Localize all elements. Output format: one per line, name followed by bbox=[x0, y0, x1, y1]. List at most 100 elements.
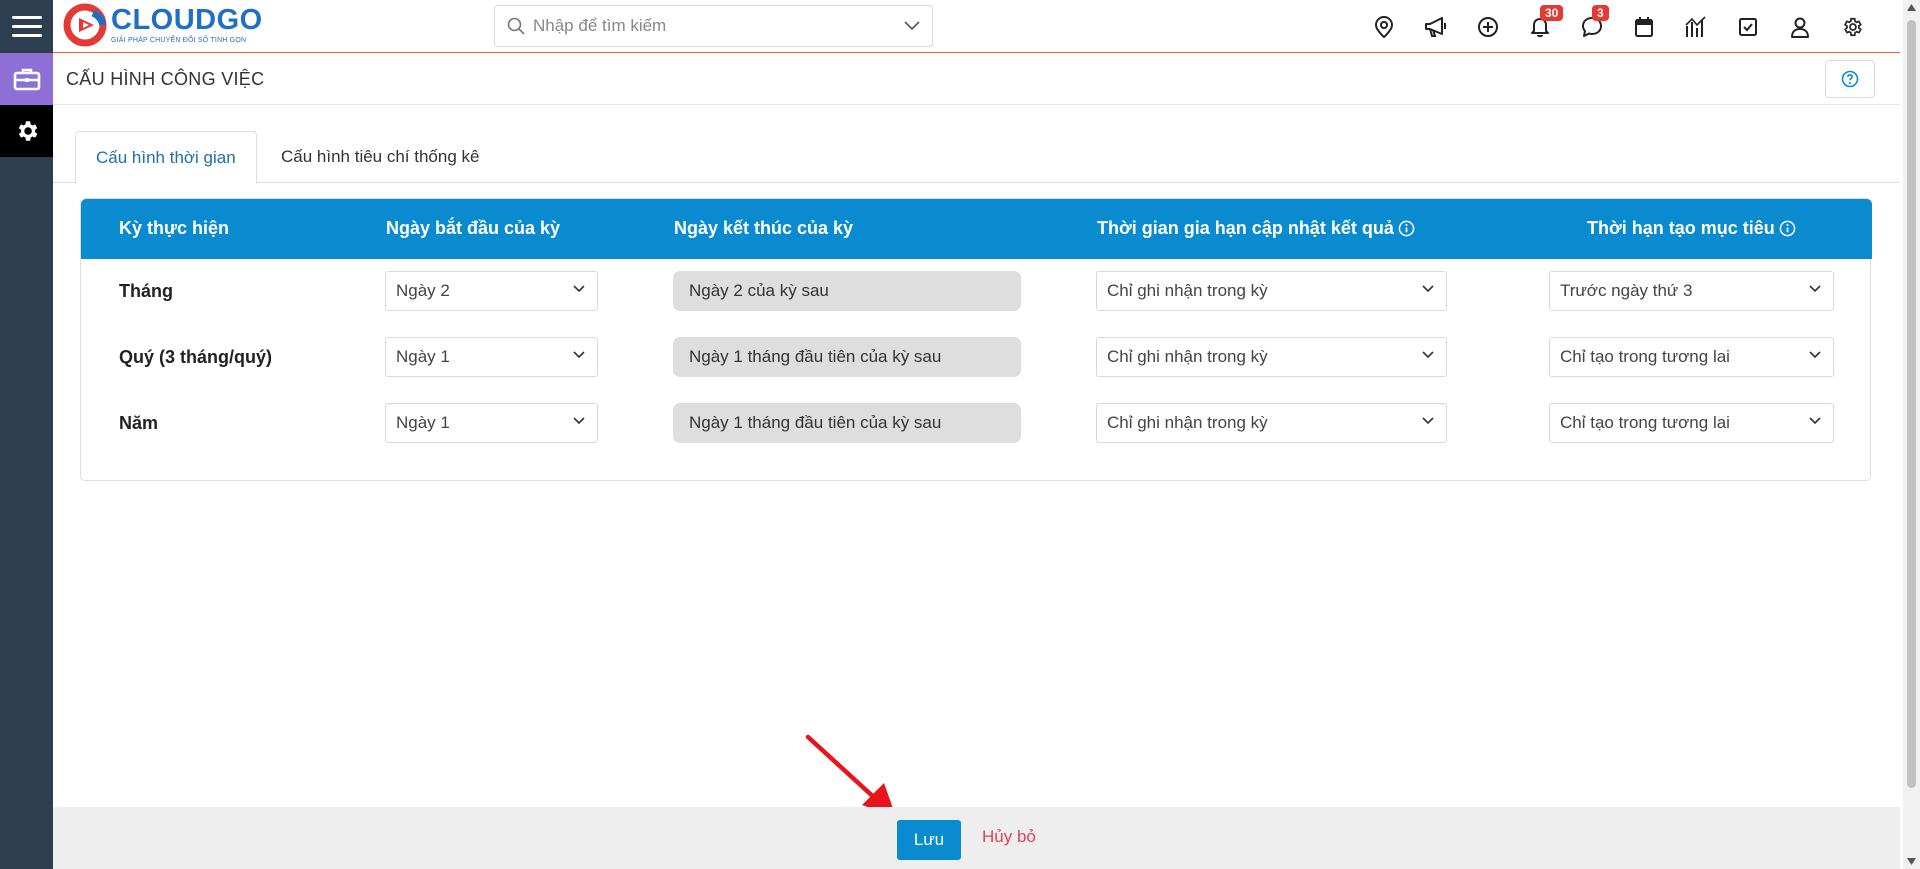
cloudgo-logo[interactable]: CLOUDGO GIẢI PHÁP CHUYỂN ĐỔI SỐ TINH GỌN bbox=[63, 3, 263, 47]
header-end-date: Ngày kết thúc của kỳ bbox=[674, 218, 853, 239]
info-icon[interactable] bbox=[1779, 220, 1796, 237]
row-period-label: Quý (3 tháng/quý) bbox=[119, 347, 272, 367]
reports-button[interactable] bbox=[1670, 0, 1722, 53]
chart-icon bbox=[1685, 15, 1706, 37]
row-period-label: Tháng bbox=[119, 281, 173, 301]
sidebar-item-work[interactable] bbox=[0, 53, 53, 105]
search-input[interactable] bbox=[533, 16, 904, 36]
grace-period-select[interactable]: Chỉ ghi nhận trong kỳ bbox=[1096, 271, 1447, 311]
help-button[interactable] bbox=[1825, 60, 1875, 98]
start-date-select[interactable]: Ngày 1 bbox=[385, 403, 598, 443]
chevron-down-icon[interactable] bbox=[904, 21, 920, 31]
hamburger-line bbox=[11, 34, 42, 37]
announcement-button[interactable] bbox=[1410, 0, 1462, 53]
chevron-down-icon bbox=[1809, 351, 1821, 359]
select-value: Chỉ ghi nhận trong kỳ bbox=[1107, 281, 1268, 300]
briefcase-icon bbox=[13, 68, 40, 91]
tasks-button[interactable] bbox=[1722, 0, 1774, 53]
select-value: Chỉ ghi nhận trong kỳ bbox=[1107, 413, 1268, 432]
menu-toggle-button[interactable] bbox=[0, 0, 53, 53]
logo-name: CLOUDGO bbox=[111, 4, 263, 36]
scroll-up-icon[interactable] bbox=[1907, 4, 1916, 11]
settings-button[interactable] bbox=[1826, 0, 1878, 53]
settings-icon bbox=[1843, 17, 1862, 36]
goal-deadline-select[interactable]: Chỉ tạo trong tương lai bbox=[1549, 403, 1834, 443]
field-value: Ngày 1 tháng đầu tiên của kỳ sau bbox=[689, 413, 942, 432]
save-button[interactable]: Lưu bbox=[897, 820, 961, 860]
user-icon bbox=[1791, 17, 1809, 38]
start-date-select[interactable]: Ngày 1 bbox=[385, 337, 598, 377]
profile-button[interactable] bbox=[1774, 0, 1826, 53]
goal-deadline-select[interactable]: Chỉ tạo trong tương lai bbox=[1549, 337, 1834, 377]
tab-statistic-criteria[interactable]: Cấu hình tiêu chí thống kê bbox=[261, 131, 499, 183]
cancel-button[interactable]: Hủy bỏ bbox=[982, 827, 1036, 847]
chevron-down-icon bbox=[1422, 351, 1434, 359]
header-grace-label: Thời gian gia hạn cập nhật kết quả bbox=[1097, 218, 1394, 238]
top-header: CLOUDGO GIẢI PHÁP CHUYỂN ĐỔI SỐ TINH GỌN bbox=[53, 0, 1900, 53]
cloudgo-logo-icon bbox=[63, 3, 107, 47]
row-period-label: Năm bbox=[119, 413, 159, 433]
help-icon bbox=[1841, 70, 1859, 88]
header-grace-period: Thời gian gia hạn cập nhật kết quả bbox=[1097, 218, 1415, 239]
start-date-select[interactable]: Ngày 2 bbox=[385, 271, 598, 311]
end-date-field: Ngày 2 của kỳ sau bbox=[673, 271, 1021, 311]
header-period: Kỳ thực hiện bbox=[119, 218, 229, 239]
tab-time-config[interactable]: Cấu hình thời gian bbox=[75, 131, 257, 184]
select-value: Chỉ ghi nhận trong kỳ bbox=[1107, 347, 1268, 366]
header-period-label: Kỳ thực hiện bbox=[119, 218, 230, 238]
chevron-down-icon bbox=[1422, 417, 1434, 425]
map-pin-icon bbox=[1374, 15, 1394, 38]
end-date-field: Ngày 1 tháng đầu tiên của kỳ sau bbox=[673, 337, 1021, 377]
table-row: Năm Ngày 1 Ngày 1 tháng đầu tiên của kỳ … bbox=[81, 391, 1872, 457]
sidebar-item-settings[interactable] bbox=[0, 105, 53, 157]
add-button[interactable] bbox=[1462, 0, 1514, 53]
field-value: Ngày 1 tháng đầu tiên của kỳ sau bbox=[689, 347, 942, 366]
header-goal-deadline: Thời hạn tạo mục tiêu bbox=[1587, 218, 1796, 239]
vertical-scrollbar[interactable] bbox=[1903, 0, 1920, 869]
select-value: Trước ngày thứ 3 bbox=[1560, 281, 1693, 300]
checkbox-icon bbox=[1739, 17, 1757, 36]
messages-button[interactable]: 3 bbox=[1566, 0, 1618, 53]
hamburger-line bbox=[11, 25, 42, 28]
logo-tagline: GIẢI PHÁP CHUYỂN ĐỔI SỐ TINH GỌN bbox=[111, 37, 247, 44]
search-box[interactable] bbox=[494, 5, 933, 47]
select-value: Ngày 1 bbox=[396, 413, 450, 432]
scroll-down-icon[interactable] bbox=[1907, 858, 1916, 865]
select-value: Ngày 2 bbox=[396, 281, 450, 300]
page-title-bar: CẤU HÌNH CÔNG VIỆC bbox=[53, 55, 1900, 105]
gear-icon bbox=[18, 121, 37, 141]
chevron-down-icon bbox=[573, 351, 585, 359]
end-date-field: Ngày 1 tháng đầu tiên của kỳ sau bbox=[673, 403, 1021, 443]
scrollbar-thumb[interactable] bbox=[1907, 20, 1916, 788]
select-value: Chỉ tạo trong tương lai bbox=[1560, 413, 1730, 432]
chevron-down-icon bbox=[1422, 285, 1434, 293]
header-end-label: Ngày kết thúc của kỳ bbox=[674, 218, 854, 238]
header-toolbar: 30 3 bbox=[1358, 0, 1878, 53]
chevron-down-icon bbox=[573, 417, 585, 425]
hamburger-line bbox=[11, 16, 42, 19]
field-value: Ngày 2 của kỳ sau bbox=[689, 281, 829, 300]
period-config-table: Kỳ thực hiện Ngày bắt đầu của kỳ Ngày kế… bbox=[80, 198, 1872, 481]
table-row: Quý (3 tháng/quý) Ngày 1 Ngày 1 tháng đầ… bbox=[81, 325, 1872, 391]
chevron-down-icon bbox=[1809, 285, 1821, 293]
notification-badge: 30 bbox=[1540, 5, 1564, 21]
header-deadline-label: Thời hạn tạo mục tiêu bbox=[1587, 218, 1775, 238]
plus-circle-icon bbox=[1478, 16, 1498, 37]
info-icon[interactable] bbox=[1398, 220, 1415, 237]
chevron-down-icon bbox=[1809, 417, 1821, 425]
map-pin-button[interactable] bbox=[1358, 0, 1410, 53]
page-title: CẤU HÌNH CÔNG VIỆC bbox=[66, 69, 265, 89]
form-footer: Lưu Hủy bỏ bbox=[53, 807, 1900, 869]
goal-deadline-select[interactable]: Trước ngày thứ 3 bbox=[1549, 271, 1834, 311]
table-header: Kỳ thực hiện Ngày bắt đầu của kỳ Ngày kế… bbox=[81, 199, 1872, 259]
grace-period-select[interactable]: Chỉ ghi nhận trong kỳ bbox=[1096, 403, 1447, 443]
notifications-button[interactable]: 30 bbox=[1514, 0, 1566, 53]
select-value: Ngày 1 bbox=[396, 347, 450, 366]
chevron-down-icon bbox=[573, 285, 585, 293]
select-value: Chỉ tạo trong tương lai bbox=[1560, 347, 1730, 366]
calendar-button[interactable] bbox=[1618, 0, 1670, 53]
header-start-label: Ngày bắt đầu của kỳ bbox=[386, 218, 561, 238]
calendar-icon bbox=[1635, 16, 1653, 37]
megaphone-icon bbox=[1425, 16, 1446, 37]
grace-period-select[interactable]: Chỉ ghi nhận trong kỳ bbox=[1096, 337, 1447, 377]
